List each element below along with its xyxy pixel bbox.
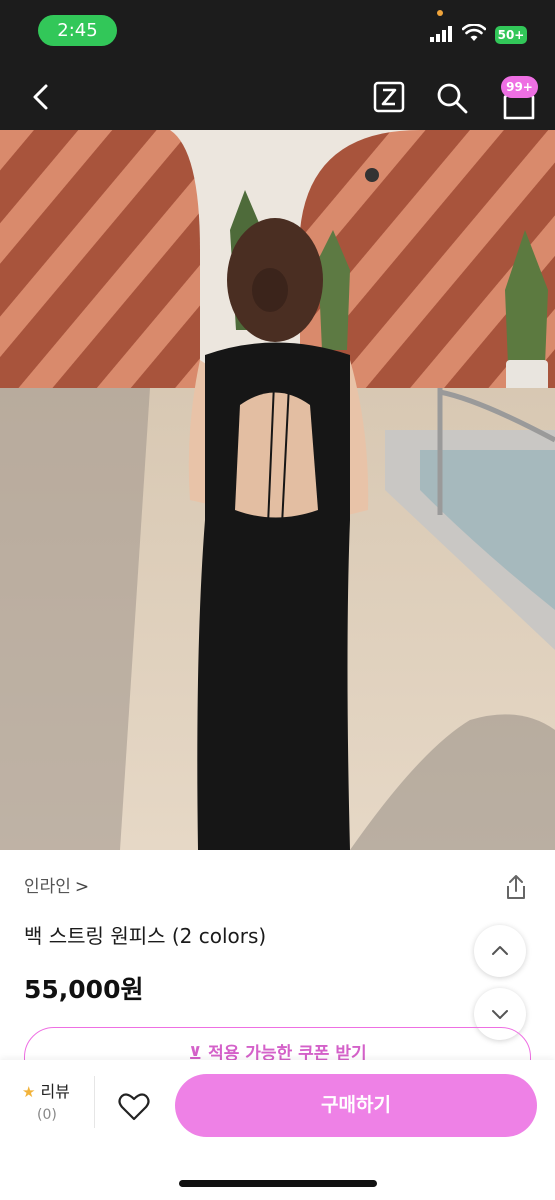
status-time: 2:45 — [38, 15, 117, 46]
wifi-icon — [462, 24, 486, 41]
buy-button[interactable]: 구매하기 — [175, 1074, 537, 1137]
privacy-indicator-dot — [437, 10, 443, 16]
cart-count-badge: 99+ — [501, 76, 538, 98]
chevron-right-icon: > — [74, 877, 90, 897]
review-count: (0) — [37, 1107, 57, 1123]
brand-link[interactable]: 인라인 > — [24, 872, 89, 897]
cellular-signal-icon — [430, 26, 452, 42]
status-bar: 2:45 50+ — [0, 0, 555, 64]
z-box-icon[interactable] — [373, 81, 405, 113]
star-icon: ★ — [22, 1083, 36, 1101]
home-indicator — [179, 1180, 377, 1187]
nav-bar: 99+ — [0, 64, 555, 130]
divider — [94, 1076, 95, 1128]
product-photo — [0, 130, 555, 850]
chevron-up-icon — [492, 946, 508, 955]
search-icon[interactable] — [435, 81, 469, 115]
share-icon[interactable] — [502, 873, 530, 901]
review-button[interactable]: ★ 리뷰 — [22, 1078, 70, 1102]
coupon-area: ⊻ 적용 가능한 쿠폰 받기 — [0, 1025, 555, 1061]
brand-name: 인라인 — [24, 877, 71, 897]
review-label: 리뷰 — [40, 1082, 70, 1101]
scroll-up-button[interactable] — [474, 925, 526, 977]
chevron-left-icon[interactable] — [25, 80, 59, 114]
battery-indicator: 50+ — [495, 26, 527, 44]
product-price: 55,000원 — [24, 975, 144, 1004]
heart-icon[interactable] — [117, 1090, 151, 1124]
bottom-action-bar: ★ 리뷰 (0) 구매하기 — [0, 1060, 555, 1200]
product-image-gallery[interactable] — [0, 130, 555, 850]
get-coupon-button[interactable]: ⊻ 적용 가능한 쿠폰 받기 — [24, 1027, 531, 1061]
product-title: 백 스트링 원피스 (2 colors) — [24, 924, 267, 948]
